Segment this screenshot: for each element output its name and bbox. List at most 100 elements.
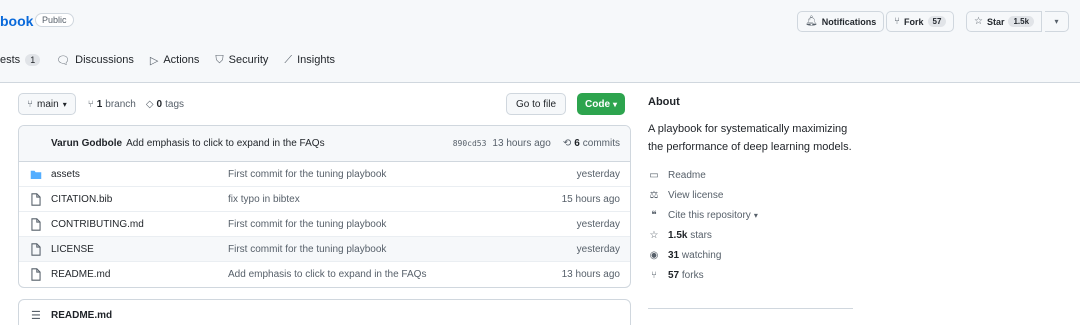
folder-icon bbox=[30, 170, 42, 179]
file-name[interactable]: LICENSE bbox=[51, 244, 94, 255]
star-label: Star bbox=[986, 16, 1005, 27]
repo-name-link[interactable]: book bbox=[0, 13, 33, 29]
visibility-badge: Public bbox=[35, 13, 74, 27]
star-dropdown-button[interactable]: ▾ bbox=[1045, 11, 1069, 32]
play-circle-icon: ▷ bbox=[149, 54, 159, 67]
cite-repository-link[interactable]: ❝ Cite this repository ▾ bbox=[648, 205, 853, 225]
file-commit-message[interactable]: First commit for the tuning playbook bbox=[228, 219, 386, 230]
commits-count: 6 bbox=[574, 138, 580, 149]
fork-label: Fork bbox=[904, 16, 924, 27]
latest-commit-bar: Varun Godbole Add emphasis to click to e… bbox=[19, 126, 630, 162]
commits-label: commits bbox=[582, 138, 620, 149]
chevron-down-icon: ▾ bbox=[62, 99, 67, 109]
file-row[interactable]: LICENSE First commit for the tuning playb… bbox=[19, 237, 630, 262]
code-button[interactable]: Code ▾ bbox=[577, 93, 626, 115]
tab-security[interactable]: ⛉ Security bbox=[215, 54, 268, 67]
shield-icon: ⛉ bbox=[215, 53, 224, 66]
fork-icon: ⑂ bbox=[651, 269, 657, 281]
branch-icon: ⑂ bbox=[27, 98, 33, 110]
file-name[interactable]: CONTRIBUTING.md bbox=[51, 219, 144, 230]
book-icon: ▭ bbox=[649, 169, 659, 181]
tab-insights[interactable]: ⟋ Insights bbox=[284, 54, 335, 67]
go-to-file-button[interactable]: Go to file bbox=[506, 93, 567, 115]
commits-link[interactable]: ⟲ 6 commits bbox=[563, 138, 620, 149]
file-commit-message[interactable]: fix typo in bibtex bbox=[228, 194, 300, 205]
list-icon[interactable]: ☰ bbox=[31, 309, 41, 322]
forks-link[interactable]: ⑂ 57 forks bbox=[648, 265, 853, 285]
license-link[interactable]: ⚖ View license bbox=[648, 185, 853, 205]
tags-link[interactable]: ◇ 0 tags bbox=[146, 99, 184, 110]
file-icon bbox=[31, 192, 41, 206]
star-button[interactable]: ☆ Star 1.5k bbox=[966, 11, 1043, 32]
tab-label: Actions bbox=[163, 54, 200, 66]
commit-author[interactable]: Varun Godbole bbox=[51, 138, 122, 149]
commit-sha[interactable]: 890cd53 bbox=[453, 139, 487, 148]
tab-requests[interactable]: ests 1 bbox=[0, 54, 41, 66]
about-title: About bbox=[648, 96, 680, 108]
repo-nav-tabs: ests 1 🗨︎ Discussions ▷ Actions ⛉ Securi… bbox=[0, 52, 351, 68]
tab-label: Discussions bbox=[75, 54, 134, 66]
chevron-down-icon: ▾ bbox=[1054, 17, 1059, 26]
readme-title: README.md bbox=[51, 310, 113, 321]
bell-icon: 🔔︎ bbox=[805, 16, 818, 27]
file-commit-message[interactable]: First commit for the tuning playbook bbox=[228, 244, 386, 255]
license-link-label: View license bbox=[668, 189, 724, 201]
file-row[interactable]: CITATION.bib fix typo in bibtex 15 hours a… bbox=[19, 187, 630, 212]
file-icon bbox=[31, 268, 41, 281]
tags-label: tags bbox=[165, 98, 185, 110]
file-name[interactable]: README.md bbox=[51, 269, 110, 280]
notifications-button[interactable]: 🔔︎ Notifications bbox=[797, 11, 885, 32]
branch-icon: ⑂ bbox=[87, 98, 94, 110]
branch-bar: ⑂ main ▾ ⑂ 1 branch ◇ 0 tags bbox=[18, 92, 184, 116]
tab-discussions[interactable]: 🗨︎ Discussions bbox=[56, 54, 134, 67]
fork-button[interactable]: ⑂ Fork 57 bbox=[886, 11, 955, 32]
law-icon: ⚖ bbox=[649, 189, 659, 201]
file-commit-time: yesterday bbox=[576, 168, 620, 180]
about-sidebar: About A playbook for systematically maxi… bbox=[648, 96, 853, 309]
star-count: 1.5k bbox=[1008, 16, 1035, 27]
watching-link[interactable]: ◉ 31 watching bbox=[648, 245, 853, 265]
file-row[interactable]: CONTRIBUTING.md First commit for the tuni… bbox=[19, 212, 630, 237]
commit-time: 13 hours ago bbox=[492, 138, 551, 149]
branches-label: branch bbox=[105, 98, 136, 110]
file-commit-time: 13 hours ago bbox=[561, 269, 620, 280]
chevron-down-icon: ▾ bbox=[613, 99, 618, 109]
file-commit-time: yesterday bbox=[576, 218, 620, 230]
file-commit-time: 15 hours ago bbox=[561, 193, 620, 205]
tab-actions[interactable]: ▷ Actions bbox=[150, 54, 200, 67]
watching-label: watching bbox=[681, 249, 722, 261]
about-description: A playbook for systematically maximizing… bbox=[648, 123, 852, 153]
stars-link[interactable]: ☆ 1.5k stars bbox=[648, 225, 853, 245]
discussions-icon: 🗨︎ bbox=[56, 54, 71, 67]
star-icon: ☆ bbox=[649, 229, 659, 241]
stars-count: 1.5k bbox=[668, 229, 688, 241]
quote-icon: ❝ bbox=[651, 209, 657, 221]
file-icon bbox=[31, 242, 41, 256]
file-name[interactable]: CITATION.bib bbox=[51, 194, 112, 205]
tab-count: 1 bbox=[25, 54, 41, 66]
tab-label: Insights bbox=[297, 54, 336, 66]
branch-name: main bbox=[37, 98, 59, 110]
readme-link-label: Readme bbox=[668, 169, 706, 181]
readme-link[interactable]: ▭ Readme bbox=[648, 165, 853, 185]
tags-count: 0 bbox=[156, 98, 163, 110]
tab-label: ests bbox=[0, 54, 21, 66]
file-list: Varun Godbole Add emphasis to click to e… bbox=[18, 125, 631, 288]
fork-count: 57 bbox=[927, 16, 947, 27]
divider bbox=[648, 308, 853, 309]
stars-label: stars bbox=[690, 229, 712, 241]
file-row[interactable]: README.md Add emphasis to click to expand… bbox=[19, 262, 630, 287]
file-commit-message[interactable]: Add emphasis to click to expand in the F… bbox=[228, 269, 426, 280]
file-commit-time: yesterday bbox=[576, 243, 620, 255]
eye-icon: ◉ bbox=[649, 249, 659, 261]
file-row[interactable]: assets First commit for the tuning playbo… bbox=[19, 162, 630, 187]
file-name[interactable]: assets bbox=[51, 169, 80, 180]
file-commit-message[interactable]: First commit for the tuning playbook bbox=[228, 169, 386, 180]
watching-count: 31 bbox=[668, 249, 680, 261]
graph-icon: ⟋ bbox=[284, 53, 293, 66]
commit-message[interactable]: Add emphasis to click to expand in the F… bbox=[126, 138, 324, 149]
code-label: Code bbox=[585, 98, 610, 110]
branch-select-button[interactable]: ⑂ main ▾ bbox=[18, 93, 76, 115]
branches-link[interactable]: ⑂ 1 branch bbox=[88, 99, 136, 110]
star-icon: ☆ bbox=[974, 16, 983, 27]
